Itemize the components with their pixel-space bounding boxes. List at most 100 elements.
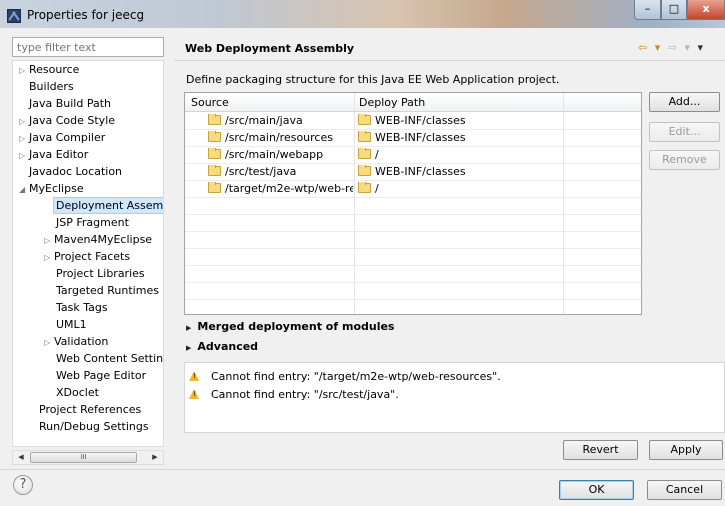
revert-button[interactable]: Revert: [563, 440, 638, 460]
tree-item-label: MyEclipse: [29, 182, 84, 195]
tree-item-task-tags[interactable]: Task Tags: [56, 299, 108, 316]
tree-item-java-build-path[interactable]: Java Build Path: [29, 95, 111, 112]
tree-item-targeted-runtimes[interactable]: Targeted Runtimes: [56, 282, 159, 299]
tree-item-jsp-fragment[interactable]: JSP Fragment: [56, 214, 129, 231]
folder-icon: [208, 114, 221, 125]
expand-icon[interactable]: ▷: [19, 62, 29, 79]
expand-icon[interactable]: ▷: [44, 249, 54, 266]
problems-list: Cannot find entry: "/target/m2e-wtp/web-…: [184, 362, 725, 433]
scroll-left-icon[interactable]: ◀: [14, 451, 28, 464]
merged-deployment-section[interactable]: ▶ Merged deployment of modules: [186, 320, 394, 333]
edit-button[interactable]: Edit...: [649, 122, 720, 142]
remove-button[interactable]: Remove: [649, 150, 720, 170]
forward-arrow-icon[interactable]: ⇨ ▾: [668, 41, 692, 54]
expand-triangle-icon[interactable]: ▶: [186, 344, 191, 352]
tree-item-javadoc-location[interactable]: Javadoc Location: [29, 163, 122, 180]
expand-icon[interactable]: ▷: [19, 113, 29, 130]
source-cell: /src/test/java: [208, 165, 353, 178]
collapse-icon[interactable]: ◢: [19, 181, 29, 198]
source-cell: /src/main/resources: [208, 131, 353, 144]
column-header-source[interactable]: Source: [191, 96, 229, 109]
tree-item-label: Java Code Style: [29, 114, 116, 127]
tree-item-label: Task Tags: [56, 301, 108, 314]
column-header-deploy-path[interactable]: Deploy Path: [359, 96, 425, 109]
expand-triangle-icon[interactable]: ▶: [186, 324, 191, 332]
folder-icon: [208, 148, 221, 159]
tree-item-maven4myeclipse[interactable]: ▷ Maven4MyEclipse: [44, 231, 152, 248]
page-header: Web Deployment Assembly ⇦ ▾ ⇨ ▾ ▾: [174, 36, 725, 61]
advanced-section[interactable]: ▶ Advanced: [186, 340, 258, 353]
tree-item-project-references[interactable]: Project References: [39, 401, 141, 418]
tree-item-xdoclet[interactable]: XDoclet: [56, 384, 99, 401]
table-row-empty: [185, 215, 641, 232]
page-navigation: ⇦ ▾ ⇨ ▾ ▾: [638, 41, 705, 54]
tree-item-label: Builders: [29, 80, 74, 93]
table-row[interactable]: /src/main/java WEB-INF/classes: [185, 113, 641, 130]
expand-icon[interactable]: ▷: [44, 232, 54, 249]
tree-item-java-code-style[interactable]: ▷ Java Code Style: [19, 112, 115, 129]
page-description: Define packaging structure for this Java…: [186, 73, 560, 86]
table-row-empty: [185, 249, 641, 266]
source-cell: /src/main/webapp: [208, 148, 353, 161]
back-arrow-icon[interactable]: ⇦ ▾: [638, 41, 662, 54]
maximize-button[interactable]: □: [661, 0, 687, 20]
tree-horizontal-scrollbar[interactable]: ◀ III ▶: [12, 450, 164, 465]
folder-icon: [358, 165, 371, 176]
scroll-thumb[interactable]: III: [30, 452, 137, 463]
sort-arrow-icon: ˄: [267, 92, 271, 99]
tree-item-web-page-editor[interactable]: Web Page Editor: [56, 367, 146, 384]
tree-item-validation[interactable]: ▷ Validation: [44, 333, 108, 350]
section-label: Advanced: [197, 340, 259, 353]
expand-icon[interactable]: ▷: [44, 334, 54, 351]
tree-item-project-libraries[interactable]: Project Libraries: [56, 265, 145, 282]
cancel-button[interactable]: Cancel: [647, 480, 722, 500]
table-row-empty: [185, 232, 641, 249]
table-row-empty: [185, 266, 641, 283]
ok-button[interactable]: OK: [559, 480, 634, 500]
tree-item-uml1[interactable]: UML1: [56, 316, 87, 333]
folder-icon: [208, 131, 221, 142]
property-page-tree[interactable]: ▷ Resource Builders Java Build Path ▷ Java…: [12, 60, 164, 447]
footer-separator: [0, 469, 725, 470]
tree-item-label: Targeted Runtimes: [56, 284, 159, 297]
myeclipse-app-icon: [7, 9, 21, 23]
folder-icon: [208, 165, 221, 176]
filter-input[interactable]: [12, 37, 164, 57]
view-menu-icon[interactable]: ▾: [698, 41, 706, 54]
deploy-path-cell: WEB-INF/classes: [358, 114, 558, 127]
tree-item-label: Java Compiler: [29, 131, 106, 144]
tree-item-deployment-assembly[interactable]: Deployment Assembl: [53, 197, 163, 214]
warning-icon: [189, 371, 200, 381]
tree-item-resource[interactable]: ▷ Resource: [19, 61, 79, 78]
tree-item-label: Java Build Path: [29, 97, 112, 110]
table-header: ˄ Source Deploy Path: [185, 92, 641, 112]
expand-icon[interactable]: ▷: [19, 147, 29, 164]
scroll-right-icon[interactable]: ▶: [148, 451, 162, 464]
help-icon[interactable]: ?: [13, 475, 33, 495]
warning-icon: [189, 389, 200, 399]
table-row-empty: [185, 283, 641, 300]
minimize-button[interactable]: –: [634, 0, 661, 20]
deploy-path-cell: /: [358, 182, 558, 195]
tree-item-builders[interactable]: Builders: [29, 78, 74, 95]
folder-icon: [208, 182, 221, 193]
apply-button[interactable]: Apply: [649, 440, 723, 460]
warning-message: Cannot find entry: "/src/test/java".: [189, 388, 399, 401]
deployment-assembly-table[interactable]: ˄ Source Deploy Path /src/main/java WEB-…: [184, 92, 642, 315]
tree-item-label: Web Page Editor: [56, 369, 147, 382]
tree-item-web-content-settings[interactable]: Web Content Settings: [56, 350, 163, 367]
table-row[interactable]: /src/main/resources WEB-INF/classes: [185, 130, 641, 147]
close-button[interactable]: x: [687, 0, 725, 20]
expand-icon[interactable]: ▷: [19, 130, 29, 147]
table-row[interactable]: /target/m2e-wtp/web-resources /: [185, 181, 641, 198]
tree-item-label: JSP Fragment: [56, 216, 129, 229]
tree-item-project-facets[interactable]: ▷ Project Facets: [44, 248, 130, 265]
folder-icon: [358, 114, 371, 125]
table-row[interactable]: /src/main/webapp /: [185, 147, 641, 164]
tree-item-java-editor[interactable]: ▷ Java Editor: [19, 146, 88, 163]
tree-item-java-compiler[interactable]: ▷ Java Compiler: [19, 129, 105, 146]
table-row[interactable]: /src/test/java WEB-INF/classes: [185, 164, 641, 181]
tree-item-run-debug-settings[interactable]: Run/Debug Settings: [39, 418, 149, 435]
tree-item-myeclipse[interactable]: ◢ MyEclipse: [19, 180, 84, 197]
add-button[interactable]: Add...: [649, 92, 720, 112]
